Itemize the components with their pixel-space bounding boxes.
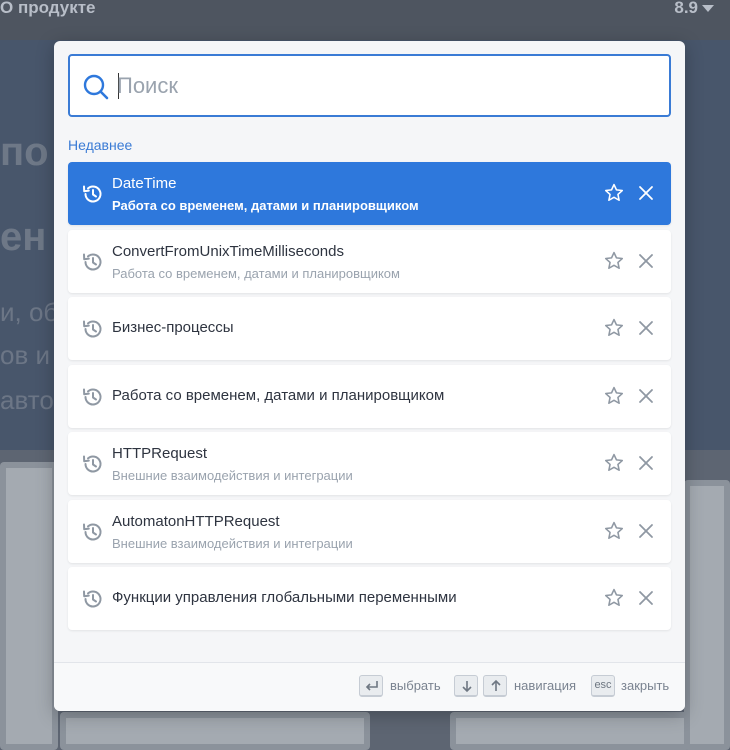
close-icon[interactable] [638,253,654,269]
close-icon[interactable] [638,320,654,336]
enter-key-icon [359,675,383,697]
recent-item[interactable]: Работа со временем, датами и планировщик… [68,365,671,428]
close-icon[interactable] [638,590,654,606]
recent-item-title: Работа со временем, датами и планировщик… [112,387,445,404]
version-selector: 8.9 [674,0,714,16]
history-icon [83,253,102,271]
star-icon[interactable] [603,452,625,474]
star-icon[interactable] [603,587,625,609]
star-icon[interactable] [603,385,625,407]
recent-item[interactable]: ConvertFromUnixTimeMilliseconds Работа со… [68,230,671,293]
background-text-2: ов и [0,340,51,370]
history-icon [83,455,102,473]
background-heading-1: по [0,130,49,174]
background-topbar: О продукте 8.9 [0,0,730,40]
recent-item-subtitle: Работа со временем, датами и планировщик… [112,198,419,213]
star-icon[interactable] [603,182,625,204]
recent-section-label: Недавнее [68,137,133,153]
chevron-down-icon [702,5,714,13]
history-icon [83,185,102,203]
close-icon[interactable] [638,455,654,471]
star-icon[interactable] [603,317,625,339]
close-icon[interactable] [638,523,654,539]
recent-item-title: HTTPRequest [112,445,208,462]
search-icon [83,74,109,100]
star-icon[interactable] [603,520,625,542]
close-hint: закрыть [621,678,670,693]
arrow-down-key-icon [454,675,478,697]
history-icon [83,523,102,541]
recent-item-subtitle: Работа со временем, датами и планировщик… [112,266,400,281]
recent-item-title: Бизнес-процессы [112,319,234,336]
background-screenshot-right [684,480,730,750]
recent-item-title: Функции управления глобальными переменны… [112,589,457,606]
background-about-title: О продукте [0,0,96,17]
background-text-3: авто [0,385,54,415]
recent-item-title: ConvertFromUnixTimeMilliseconds [112,243,344,260]
recent-item[interactable]: Бизнес-процессы [68,297,671,360]
history-icon [83,590,102,608]
keyboard-hints: выбрать навигация esc закрыть [54,662,685,711]
version-label: 8.9 [674,0,698,17]
background-screenshot-left [0,462,58,750]
search-field[interactable] [68,54,671,117]
recent-item[interactable]: Функции управления глобальными переменны… [68,567,671,630]
recent-item-title: DateTime [112,175,177,192]
recent-item-subtitle: Внешние взаимодействия и интеграции [112,536,353,551]
background-heading-2: ен [0,215,47,259]
close-icon[interactable] [638,388,654,404]
recent-item[interactable]: HTTPRequest Внешние взаимодействия и инте… [68,432,671,495]
recent-item[interactable]: DateTime Работа со временем, датами и пла… [68,162,671,225]
search-dialog: Недавнее DateTime Работа со временем, дат… [54,41,685,711]
esc-key: esc [591,675,615,697]
history-icon [83,388,102,406]
background-diagram-right [450,712,690,750]
history-icon [83,320,102,338]
navigation-hint: навигация [514,678,577,693]
recent-item-title: AutomatonHTTPRequest [112,513,280,530]
recent-item[interactable]: AutomatonHTTPRequest Внешние взаимодейств… [68,500,671,563]
star-icon[interactable] [603,250,625,272]
select-hint: выбрать [390,678,441,693]
recent-item-subtitle: Внешние взаимодействия и интеграции [112,468,353,483]
background-diagram-left [60,712,370,750]
search-input[interactable] [117,68,637,104]
close-icon[interactable] [638,185,654,201]
arrow-up-key-icon [483,675,507,697]
